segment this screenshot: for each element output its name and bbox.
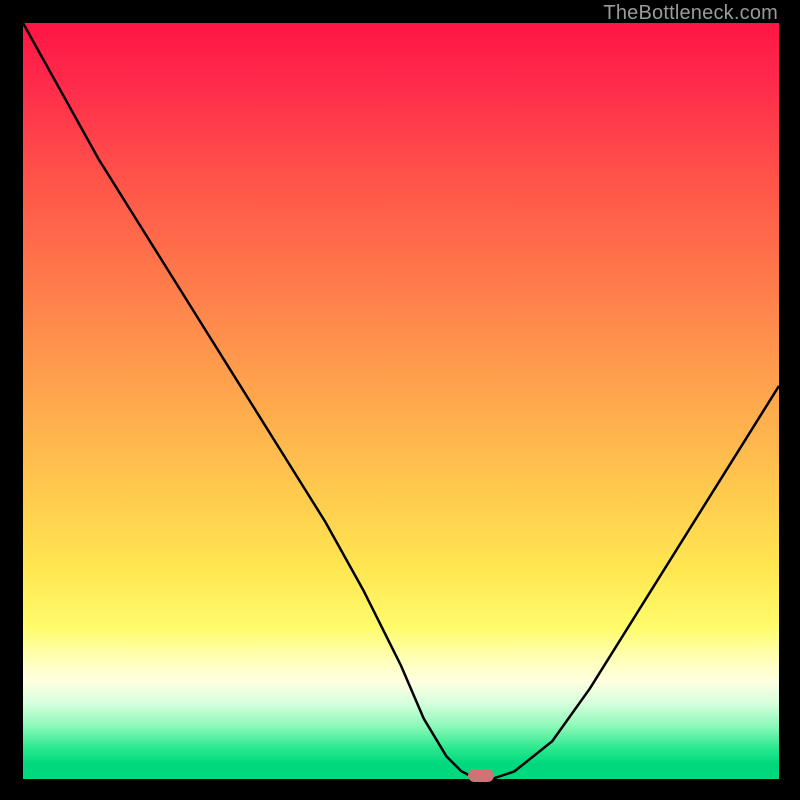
chart-container: TheBottleneck.com: [0, 0, 800, 800]
min-marker: [468, 769, 494, 782]
plot-area: [23, 23, 779, 779]
bottleneck-curve: [23, 23, 779, 779]
curve-path: [23, 23, 779, 779]
watermark-text: TheBottleneck.com: [603, 2, 778, 25]
